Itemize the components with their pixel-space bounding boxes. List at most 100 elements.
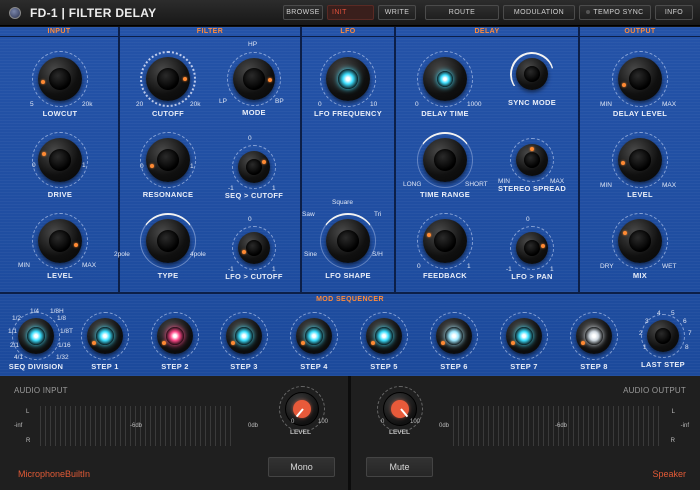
step-3-knob[interactable]: STEP 3: [220, 312, 268, 371]
filter-mode-knob-cap: [243, 68, 265, 90]
output-scale-mid: -6db: [555, 423, 568, 429]
lfo-pan-knob-cap: [524, 240, 540, 256]
browse-button[interactable]: BROWSE: [283, 5, 323, 20]
feedback-knob[interactable]: FEEDBACK 0 1: [417, 213, 473, 280]
info-button[interactable]: INFO: [655, 5, 693, 20]
mix-knob-min: DRY: [600, 263, 614, 270]
seq-division-knob-value-3: 1/8: [57, 315, 67, 322]
last-step-knob[interactable]: LAST STEP 4 5 3 6 2 7 1 8: [639, 310, 692, 369]
sync-mode-knob[interactable]: SYNC MODE: [503, 45, 561, 107]
app-title: FD-1 | FILTER DELAY: [30, 6, 157, 20]
filter-mode-knob-bp: BP: [275, 98, 284, 105]
stereo-spread-knob[interactable]: STEREO SPREAD MIN MAX: [498, 138, 566, 193]
step-8-knob[interactable]: STEP 8: [570, 312, 618, 371]
last-step-knob-value-2: 3: [645, 318, 649, 325]
filter-mode-knob-lp: LP: [219, 98, 227, 105]
resonance-knob[interactable]: RESONANCE 0 1: [140, 132, 196, 199]
preset-name-field[interactable]: INIT: [327, 5, 374, 20]
filter-type-knob[interactable]: TYPE 2pole 4pole: [114, 213, 206, 280]
input-level-knob[interactable]: LEVEL MIN MAX: [18, 213, 96, 280]
sync-mode-knob-label: SYNC MODE: [507, 98, 557, 107]
mute-button[interactable]: Mute: [366, 457, 433, 477]
seq-division-knob-cap: [27, 327, 45, 345]
lfo-pan-knob[interactable]: LFO > PAN 0 -1 1: [506, 216, 554, 281]
seq-cutoff-knob-max: 1: [272, 185, 276, 192]
audio-output-panel: AUDIO OUTPUT 0 100 LEVEL Mute L 0db -6db…: [351, 376, 700, 490]
mix-knob-indicator: [623, 230, 628, 235]
seq-cutoff-knob[interactable]: SEQ > CUTOFF 0 -1 1: [225, 135, 283, 200]
lfo-frequency-knob[interactable]: LFO FREQUENCY 0 10: [314, 51, 382, 118]
lowcut-knob-max: 20k: [82, 101, 93, 108]
seq-division-knob[interactable]: SEQ DIVISION 1/4 1/8H 1/2 1/8 1/1 1/8T 2/1 1/16 4…: [8, 308, 73, 371]
cutoff-knob-min: 20: [136, 101, 144, 108]
drive-knob-cap: [49, 149, 71, 171]
filter-mode-knob[interactable]: MODE HP LP BP: [219, 41, 284, 117]
lfo-shape-knob-saw: Saw: [302, 211, 315, 218]
feedback-knob-max: 1: [467, 263, 471, 270]
stereo-spread-knob-cap: [524, 152, 540, 168]
last-step-knob-value-0: 4: [657, 310, 661, 317]
input-ch-l: L: [26, 409, 30, 415]
output-device-name[interactable]: Speaker: [652, 469, 686, 479]
step-1-knob-indicator: [91, 340, 96, 345]
delay-level-knob-cap: [629, 68, 651, 90]
audio-input-panel: AUDIO INPUT L -inf -6db 0db R 0 100 LEVE…: [0, 376, 348, 490]
step-4-knob[interactable]: STEP 4: [290, 312, 338, 371]
write-button[interactable]: WRITE: [378, 5, 416, 20]
mix-knob[interactable]: MIX DRY WET: [600, 213, 676, 280]
input-scale-min: -inf: [14, 423, 23, 429]
mono-button[interactable]: Mono: [268, 457, 335, 477]
time-range-knob[interactable]: TIME RANGE LONG SHORT: [403, 132, 488, 199]
delay-level-knob-max: MAX: [662, 101, 677, 108]
delay-level-knob[interactable]: DELAY LEVEL MIN MAX: [600, 51, 676, 118]
sync-mode-knob-cap: [524, 66, 540, 82]
cutoff-knob[interactable]: CUTOFF 20 20k: [136, 51, 200, 118]
output-scale-max: 0db: [439, 423, 450, 429]
drive-knob[interactable]: DRIVE 0 1: [32, 132, 88, 199]
lfo-cutoff-knob-indicator: [241, 249, 246, 254]
seq-cutoff-knob-cap: [246, 159, 262, 175]
output-level-knob-max: MAX: [662, 182, 677, 189]
step-3-knob-cap: [235, 327, 253, 345]
output-level-knob-label: LEVEL: [627, 190, 653, 199]
output-level-knob[interactable]: LEVEL MIN MAX: [600, 132, 676, 199]
input-level-max: 100: [318, 419, 329, 425]
seq-cutoff-knob-zero: 0: [248, 135, 252, 142]
step-1-knob[interactable]: STEP 1: [81, 312, 129, 371]
lowcut-knob[interactable]: LOWCUT 5 20k: [30, 51, 92, 118]
time-range-knob-min: LONG: [403, 181, 422, 188]
input-level-knob-min: MIN: [18, 262, 30, 269]
cutoff-knob-cap: [157, 68, 179, 90]
output-level-min: 0: [381, 419, 385, 425]
input-section-title: INPUT: [0, 27, 118, 37]
lfo-section-title: LFO: [302, 27, 394, 37]
delay-level-knob-label: DELAY LEVEL: [612, 109, 668, 118]
delay-time-knob[interactable]: DELAY TIME 0 1000: [415, 51, 481, 118]
lfo-shape-knob[interactable]: LFO SHAPE Square Saw Tri Sine S/H: [302, 199, 383, 280]
time-range-knob-cap: [434, 149, 456, 171]
step-5-knob[interactable]: STEP 5: [360, 312, 408, 371]
step-7-knob[interactable]: STEP 7: [500, 312, 548, 371]
delay-time-knob-label: DELAY TIME: [421, 109, 469, 118]
power-icon[interactable]: [9, 7, 21, 19]
cutoff-knob-indicator: [183, 77, 187, 81]
step-3-knob-indicator: [230, 340, 235, 345]
step-5-knob-cap: [375, 327, 393, 345]
output-level-knob-cap: [629, 149, 651, 171]
step-6-knob[interactable]: STEP 6: [430, 312, 478, 371]
step-2-knob[interactable]: STEP 2: [151, 312, 199, 371]
tempo-sync-indicator: [586, 10, 591, 15]
lfo-shape-knob-square: Square: [332, 199, 353, 206]
input-device-name[interactable]: MicrophoneBuiltIn: [18, 469, 90, 479]
synth-panel: INPUT FILTER LFO DELAY OUTPUT LOWCUT 5 20k…: [0, 27, 700, 376]
route-button[interactable]: ROUTE: [425, 5, 499, 20]
output-ch-r: R: [670, 438, 675, 444]
mix-knob-max: WET: [662, 263, 677, 270]
lfo-cutoff-knob-min: -1: [228, 266, 234, 273]
tempo-sync-toggle[interactable]: TEMPO SYNC: [579, 5, 651, 20]
seq-division-knob-value-1: 1/8H: [50, 308, 64, 315]
input-level-min: 0: [291, 419, 295, 425]
filter-type-knob-max: 4pole: [190, 251, 206, 258]
modulation-button[interactable]: MODULATION: [503, 5, 575, 20]
lfo-cutoff-knob[interactable]: LFO > CUTOFF 0 -1 1: [225, 216, 282, 281]
